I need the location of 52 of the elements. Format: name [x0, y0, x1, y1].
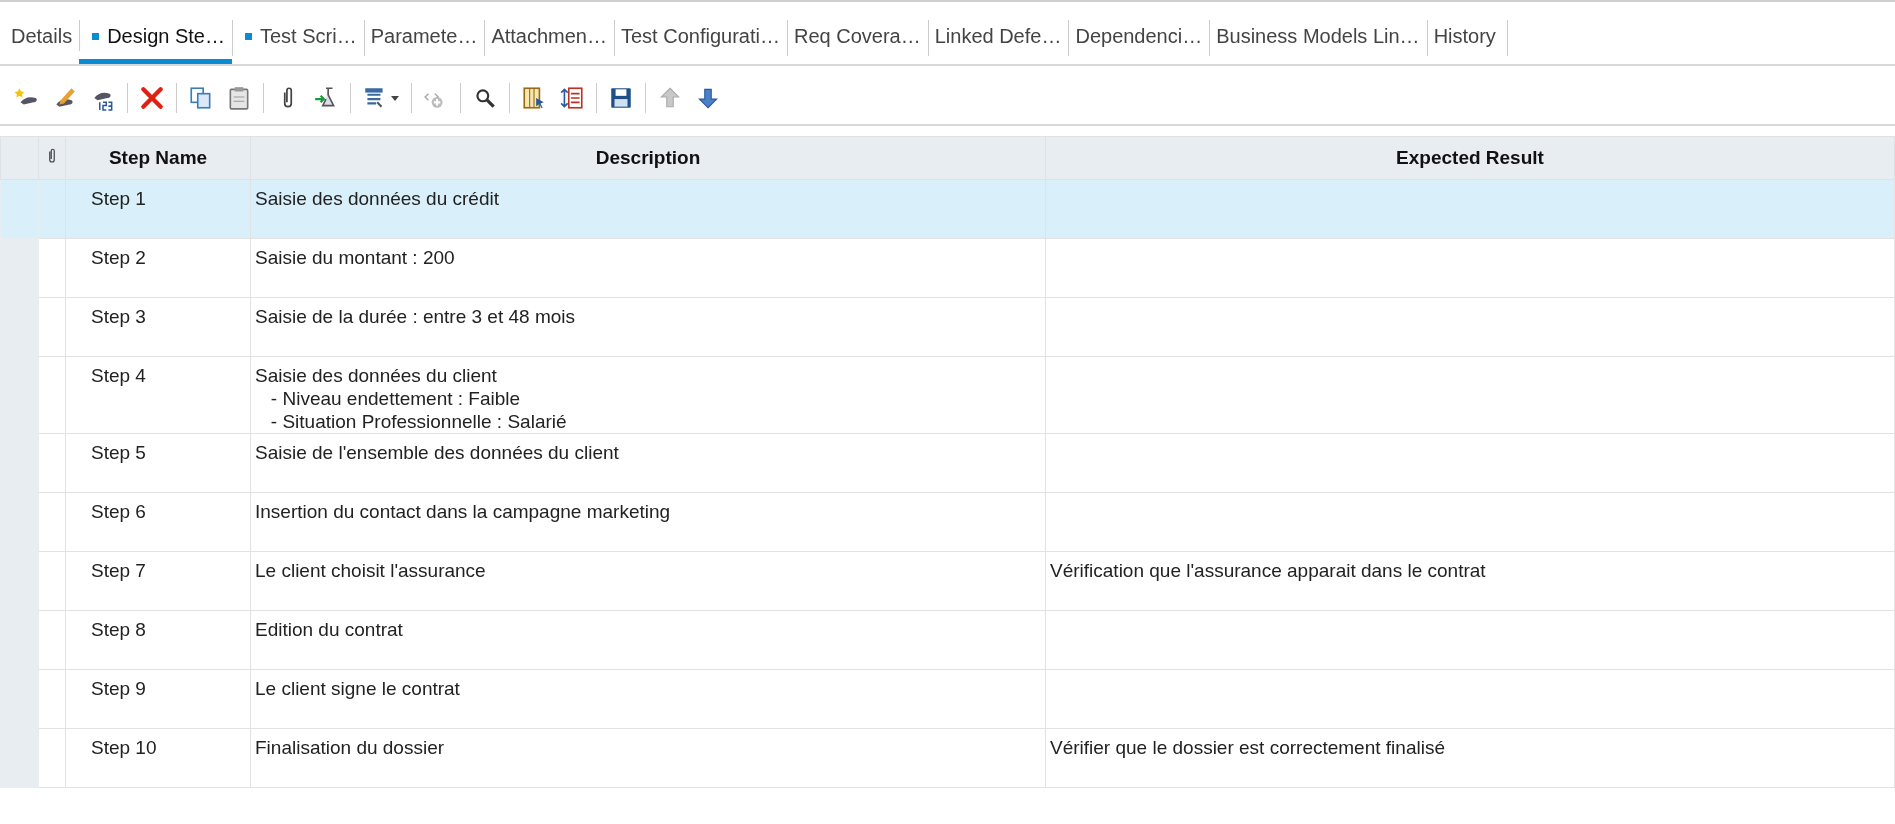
step-name-cell: Step 10 [65, 728, 251, 788]
description-cell: Le client signe le contrat [250, 669, 1046, 729]
tab[interactable]: Paramete… [363, 8, 485, 64]
table-row[interactable]: Step 7 Le client choisit l'assurance Vérification que l'assurance apparait dans le contrat [0, 551, 1895, 611]
description-cell: Saisie de l'ensemble des données du client [250, 433, 1046, 493]
table-row[interactable]: Step 10 Finalisation du dossier Vérifier que le dossier est correctement finalisé [0, 728, 1895, 788]
step-name-cell: Step 8 [65, 610, 251, 670]
tab[interactable]: Business Models Lin… [1209, 8, 1427, 64]
tab[interactable]: Design Ste… [79, 8, 232, 64]
description-cell: Insertion du contact dans la campagne marketing [250, 492, 1046, 552]
expected-result-cell: Vérification que l'assurance apparait dans le contrat [1045, 551, 1895, 611]
step-name-cell: Step 3 [65, 297, 251, 357]
table-row[interactable]: Step 4 Saisie des données du client - Niveau endettement : Faible - Situation Professionnelle : Salarié [0, 356, 1895, 434]
description-cell: Saisie du montant : 200 [250, 238, 1046, 298]
save-icon [608, 85, 634, 111]
description-cell: Le client choisit l'assurance [250, 551, 1046, 611]
tab[interactable]: Details [4, 8, 80, 64]
step-name-cell: Step 5 [65, 433, 251, 493]
column-header[interactable]: Description [250, 136, 1046, 180]
tab[interactable]: Linked Defe… [927, 8, 1069, 64]
table-row[interactable]: Step 5 Saisie de l'ensemble des données du client [0, 433, 1895, 493]
table-row[interactable]: Step 1 Saisie des données du crédit [0, 179, 1895, 239]
step-name-cell: Step 2 [65, 238, 251, 298]
delete-icon [139, 85, 165, 111]
step-name-cell: Step 7 [65, 551, 251, 611]
step-name-cell: Step 9 [65, 669, 251, 729]
sort-order-icon [559, 85, 585, 111]
attachment-header[interactable] [38, 136, 66, 180]
tab[interactable]: Req Covera… [786, 8, 928, 64]
expected-result-cell: Vérifier que le dossier est correctement finalisé [1045, 728, 1895, 788]
tab[interactable]: Attachmen… [484, 8, 614, 64]
column-header[interactable]: Expected Result [1045, 136, 1895, 180]
description-cell: Saisie des données du client - Niveau endettement : Faible - Situation Professionnelle : Salarié [250, 356, 1046, 434]
tab[interactable]: Test Configurati… [614, 8, 787, 64]
column-header[interactable]: Step Name [65, 136, 251, 180]
description-cell: Saisie des données du crédit [250, 179, 1046, 239]
tab[interactable]: Dependenci… [1068, 8, 1210, 64]
tab[interactable]: History [1426, 8, 1503, 64]
description-cell: Edition du contrat [250, 610, 1046, 670]
table-row[interactable]: Step 8 Edition du contrat [0, 610, 1895, 670]
step-name-cell: Step 1 [65, 179, 251, 239]
step-name-cell: Step 6 [65, 492, 251, 552]
tab[interactable]: Test Scri… [232, 8, 364, 64]
step-name-cell: Step 4 [65, 356, 251, 434]
caret-icon [390, 93, 400, 103]
description-cell: Finalisation du dossier [250, 728, 1046, 788]
table-row[interactable]: Step 2 Saisie du montant : 200 [0, 238, 1895, 298]
description-cell: Saisie de la durée : entre 3 et 48 mois [250, 297, 1046, 357]
table-row[interactable]: Step 9 Le client signe le contrat [0, 669, 1895, 729]
table-row[interactable]: Step 6 Insertion du contact dans la campagne marketing [0, 492, 1895, 552]
table-row[interactable]: Step 3 Saisie de la durée : entre 3 et 48 mois [0, 297, 1895, 357]
header-cell [0, 136, 39, 180]
